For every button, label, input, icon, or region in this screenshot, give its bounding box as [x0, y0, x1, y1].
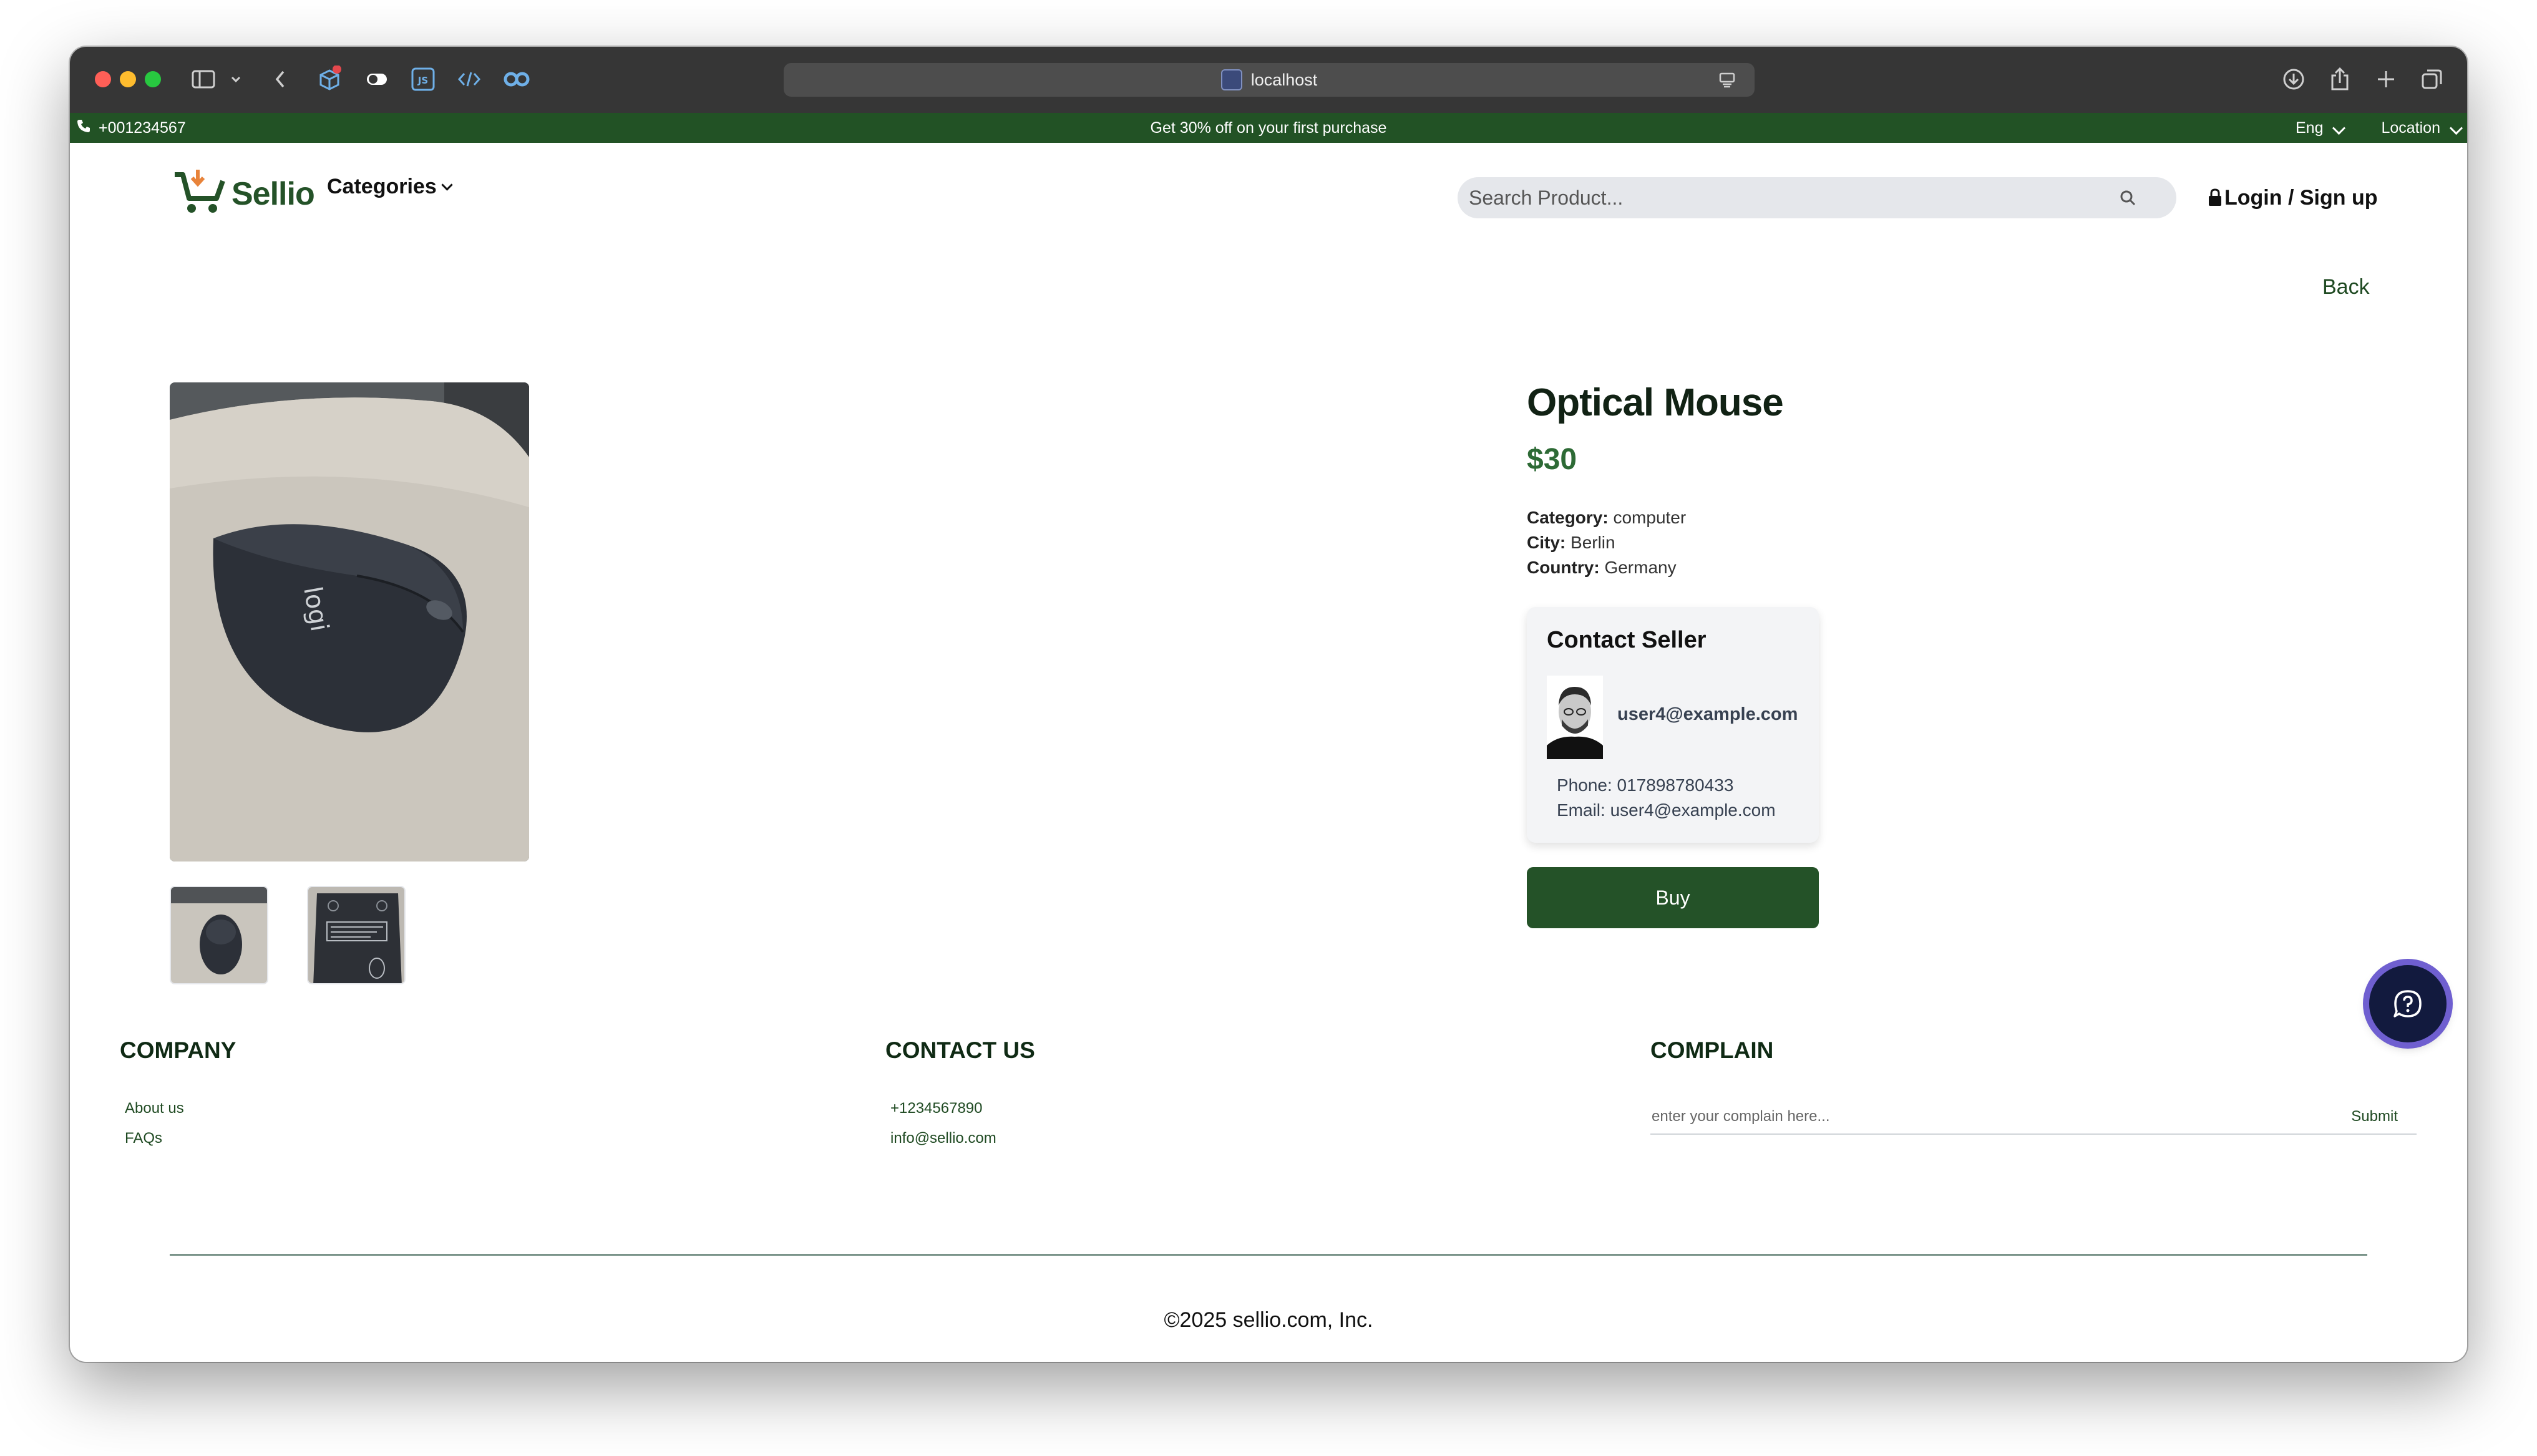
seller-avatar: [1547, 676, 1603, 759]
dark-mode-toggle-icon[interactable]: [363, 64, 391, 94]
promo-message: Get 30% off on your first purchase: [1150, 119, 1387, 137]
footer-contact-email[interactable]: info@sellio.com: [890, 1130, 996, 1147]
minimize-window-button[interactable]: [120, 71, 136, 87]
seller-phone: Phone: 017898780433: [1557, 775, 1734, 795]
javascript-extension-icon[interactable]: JS: [409, 64, 437, 94]
code-brackets-icon[interactable]: [455, 64, 483, 94]
extension-box-icon[interactable]: [314, 64, 344, 94]
category-value: computer: [1613, 508, 1687, 527]
categories-label: Categories: [327, 174, 437, 198]
language-label: Eng: [2295, 119, 2324, 137]
contact-seller-card: Contact Seller user4@example.com Phone: …: [1527, 607, 1819, 843]
seller-name: user4@example.com: [1617, 704, 1798, 724]
complain-submit-button[interactable]: Submit: [2347, 1107, 2402, 1126]
share-icon[interactable]: [2326, 64, 2354, 94]
product-country: Country: Germany: [1527, 558, 1677, 578]
zoom-window-button[interactable]: [145, 71, 161, 87]
location-select[interactable]: Location: [2381, 119, 2463, 137]
copyright-text: ©2025 sellio.com, Inc.: [1164, 1308, 1373, 1332]
product-category: Category: computer: [1527, 508, 1686, 528]
language-select[interactable]: Eng: [2295, 119, 2346, 137]
country-value: Germany: [1604, 558, 1677, 577]
browser-toolbar: JS localhost: [70, 47, 2467, 113]
country-label: Country:: [1527, 558, 1600, 577]
product-main-image[interactable]: logi: [170, 382, 529, 861]
svg-text:JS: JS: [417, 75, 428, 86]
promo-bar: +001234567 Get 30% off on your first pur…: [70, 113, 2467, 143]
chevron-down-icon: [2332, 121, 2346, 135]
footer-complain-heading: COMPLAIN: [1650, 1037, 1774, 1063]
location-label: Location: [2381, 119, 2440, 137]
url-text: localhost: [1250, 70, 1318, 89]
chat-support-button[interactable]: [2369, 965, 2447, 1042]
category-label: Category:: [1527, 508, 1609, 527]
login-signup-link[interactable]: Login / Sign up: [2208, 179, 2378, 216]
complain-form: Submit: [1650, 1100, 2417, 1135]
chevron-down-icon: [441, 178, 453, 191]
complain-input[interactable]: [1650, 1107, 2308, 1126]
lock-icon: [2208, 188, 2222, 207]
footer-contact-heading: CONTACT US: [885, 1037, 1035, 1063]
footer-contact-phone[interactable]: +1234567890: [890, 1100, 983, 1117]
search-icon[interactable]: [2119, 189, 2136, 206]
search-input[interactable]: [1468, 185, 2119, 210]
promo-right-controls: Eng Location: [2295, 113, 2463, 143]
product-title: Optical Mouse: [1527, 381, 1784, 424]
tab-overview-icon[interactable]: [2418, 64, 2446, 94]
back-link[interactable]: Back: [2322, 275, 2370, 299]
back-arrow-icon[interactable]: [271, 64, 290, 94]
city-label: City:: [1527, 533, 1566, 552]
chevron-down-icon: [2449, 121, 2463, 135]
product-price: $30: [1527, 443, 1577, 476]
product-thumbnail-1[interactable]: [170, 886, 268, 984]
chevron-down-icon[interactable]: [230, 64, 242, 94]
address-bar[interactable]: localhost: [784, 63, 1755, 97]
footer-divider: [170, 1254, 2367, 1256]
search-bar: [1458, 177, 2176, 218]
promo-text: Get 30% off on your first purchase: [70, 113, 2467, 143]
reader-view-icon[interactable]: [1718, 71, 1736, 93]
categories-dropdown[interactable]: Categories: [327, 169, 453, 204]
buy-button[interactable]: Buy: [1527, 867, 1819, 928]
chat-help-icon: [2392, 988, 2424, 1020]
product-thumbnail-2[interactable]: [307, 886, 406, 984]
logo-text: Sellio: [231, 175, 315, 212]
shopping-cart-icon: [173, 168, 226, 219]
footer-link-about-us[interactable]: About us: [125, 1100, 184, 1117]
browser-window: JS localhost +001234567 Get 30% off on y…: [70, 47, 2467, 1362]
infinity-extension-icon[interactable]: [500, 64, 533, 94]
contact-seller-heading: Contact Seller: [1547, 627, 1707, 653]
footer-company-heading: COMPANY: [120, 1037, 236, 1063]
downloads-icon[interactable]: [2280, 64, 2307, 94]
footer-link-faqs[interactable]: FAQs: [125, 1130, 162, 1147]
city-value: Berlin: [1570, 533, 1615, 552]
site-favicon: [1220, 69, 1242, 90]
new-tab-icon[interactable]: [2372, 64, 2400, 94]
product-city: City: Berlin: [1527, 533, 1615, 553]
site-logo[interactable]: Sellio: [173, 168, 315, 219]
close-window-button[interactable]: [95, 71, 111, 87]
seller-email: Email: user4@example.com: [1557, 800, 1776, 820]
sidebar-toggle-icon[interactable]: [190, 64, 217, 94]
login-label: Login / Sign up: [2224, 185, 2378, 210]
